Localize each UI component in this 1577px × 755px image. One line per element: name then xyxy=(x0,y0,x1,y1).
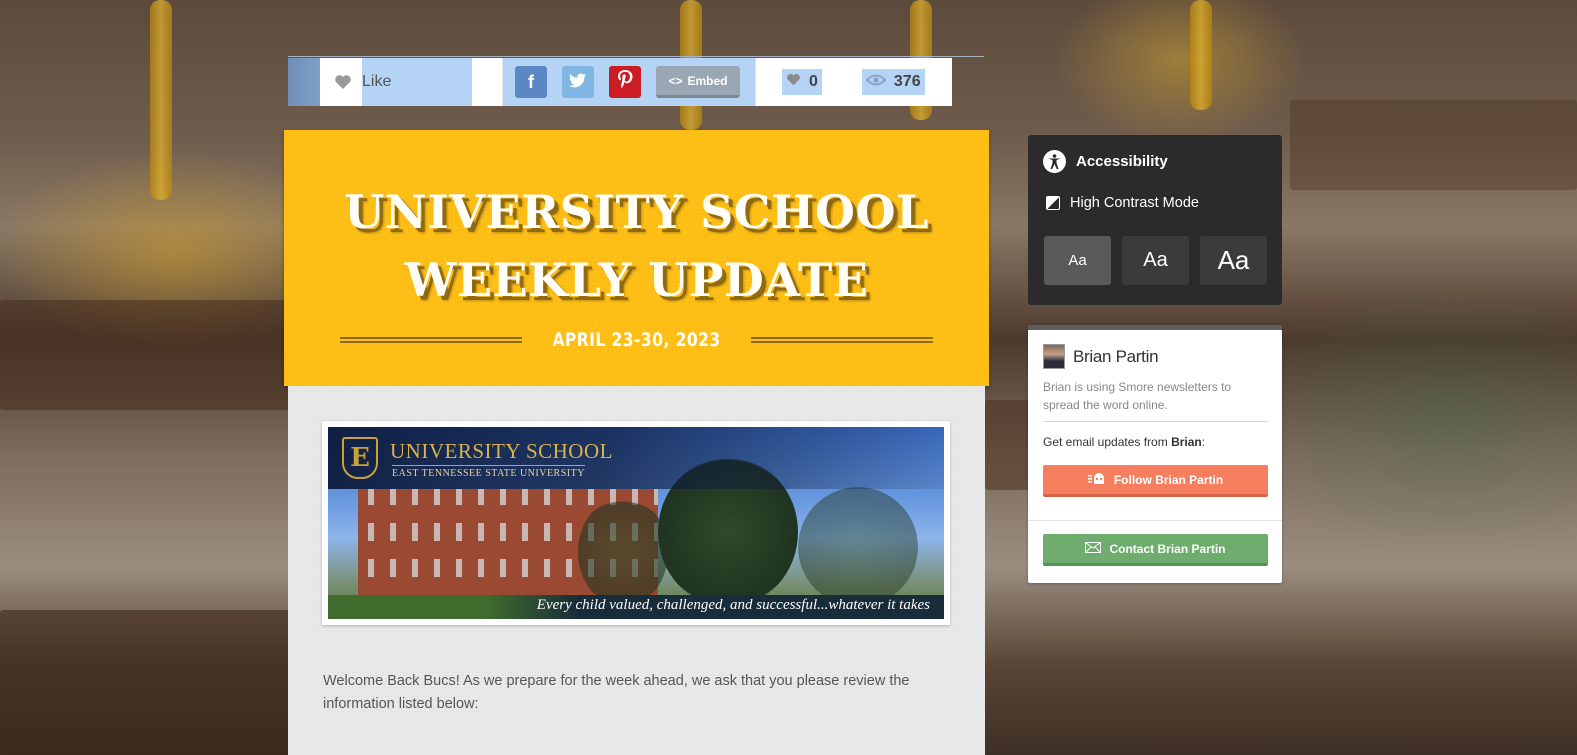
newsletter-title-line1: UNIVERSITY SCHOOL xyxy=(344,185,929,239)
embed-label: Embed xyxy=(687,73,728,88)
likes-stat-highlight: 0 xyxy=(782,69,822,95)
font-size-small-button[interactable]: Aa xyxy=(1044,236,1111,285)
email-updates-prefix: Get email updates from xyxy=(1043,435,1172,449)
background-photo-plank xyxy=(0,610,290,755)
facebook-share-button[interactable]: f xyxy=(515,66,547,98)
high-contrast-label: High Contrast Mode xyxy=(1070,195,1199,211)
follow-icon xyxy=(1087,472,1106,487)
background-photo-plank xyxy=(1290,100,1577,190)
newsletter-header: UNIVERSITY SCHOOL WEEKLY UPDATE APRIL 23… xyxy=(284,130,989,386)
social-buttons: f <> Embed xyxy=(503,58,756,106)
tree xyxy=(578,497,668,607)
stats: 0 376 xyxy=(756,58,925,106)
author-panel: Brian Partin Brian is using Smore newsle… xyxy=(1028,325,1282,583)
tree xyxy=(798,487,918,607)
heart-icon xyxy=(786,73,801,91)
facebook-icon: f xyxy=(528,71,534,92)
accessibility-icon xyxy=(1043,150,1066,173)
school-subtitle: EAST TENNESSEE STATE UNIVERSITY xyxy=(392,465,585,479)
like-button[interactable]: Like xyxy=(320,58,503,106)
school-name: UNIVERSITY SCHOOL xyxy=(390,439,613,463)
accessibility-title: Accessibility xyxy=(1076,153,1168,170)
author-description: Brian is using Smore newsletters to spre… xyxy=(1043,380,1232,412)
share-bar-inner: Like f <> Embed 0 376 xyxy=(320,58,952,106)
share-bar-divider xyxy=(288,56,984,57)
avatar[interactable] xyxy=(1043,344,1065,369)
accessibility-header: Accessibility xyxy=(1043,150,1168,173)
envelope-icon xyxy=(1085,541,1102,556)
views-stat: 376 xyxy=(861,58,925,106)
date-line-left xyxy=(340,337,522,343)
follow-button[interactable]: Follow Brian Partin xyxy=(1043,465,1268,497)
font-size-options: Aa Aa Aa xyxy=(1044,236,1267,285)
accessibility-panel: Accessibility High Contrast Mode Aa Aa A… xyxy=(1028,135,1282,305)
views-count: 376 xyxy=(893,73,921,90)
views-stat-highlight: 376 xyxy=(861,69,925,95)
share-bar: Like f <> Embed 0 376 xyxy=(288,56,984,106)
author-name[interactable]: Brian Partin xyxy=(1073,347,1159,367)
background-photo-plank xyxy=(0,300,290,410)
newsletter-date: APRIL 23-30, 2023 xyxy=(552,329,721,351)
email-updates-suffix: : xyxy=(1201,435,1206,449)
email-updates-text: Get email updates from Brian: xyxy=(1043,435,1205,449)
newsletter-body: E UNIVERSITY SCHOOL EAST TENNESSEE STATE… xyxy=(288,386,985,755)
twitter-share-button[interactable] xyxy=(562,66,594,98)
font-size-medium-button[interactable]: Aa xyxy=(1122,236,1189,285)
background-photo-rope xyxy=(1190,0,1212,110)
contrast-icon xyxy=(1046,196,1060,210)
school-tagline: Every child valued, challenged, and succ… xyxy=(536,597,930,613)
embed-button[interactable]: <> Embed xyxy=(656,66,740,98)
contact-button[interactable]: Contact Brian Partin xyxy=(1043,534,1268,566)
newsletter-title-line2: WEEKLY UPDATE xyxy=(404,253,869,307)
date-line-right xyxy=(751,337,933,343)
pinterest-icon xyxy=(617,69,633,95)
background-photo-rope xyxy=(150,0,172,200)
eye-icon xyxy=(865,73,887,91)
contact-label: Contact Brian Partin xyxy=(1109,541,1226,556)
likes-count: 0 xyxy=(809,73,818,90)
separator xyxy=(1028,520,1282,521)
code-icon: <> xyxy=(668,73,683,88)
likes-stat: 0 xyxy=(782,58,822,106)
twitter-icon xyxy=(569,72,587,93)
school-logo: E xyxy=(342,437,378,479)
pinterest-share-button[interactable] xyxy=(609,66,641,98)
school-banner-photo: E UNIVERSITY SCHOOL EAST TENNESSEE STATE… xyxy=(328,427,944,619)
date-row: APRIL 23-30, 2023 xyxy=(340,328,933,352)
follow-label: Follow Brian Partin xyxy=(1113,472,1224,487)
welcome-text: Welcome Back Bucs! As we prepare for the… xyxy=(323,673,910,712)
newsletter-title: UNIVERSITY SCHOOL WEEKLY UPDATE xyxy=(284,178,989,314)
font-size-large-button[interactable]: Aa xyxy=(1200,236,1267,285)
heart-icon xyxy=(334,74,352,90)
share-bar-container: Like f <> Embed 0 376 xyxy=(288,58,952,106)
divider xyxy=(1043,421,1268,422)
school-banner-image: E UNIVERSITY SCHOOL EAST TENNESSEE STATE… xyxy=(322,421,950,625)
email-updates-name: Brian xyxy=(1171,435,1202,449)
like-label: Like xyxy=(362,73,392,90)
high-contrast-toggle[interactable]: High Contrast Mode xyxy=(1046,195,1199,211)
